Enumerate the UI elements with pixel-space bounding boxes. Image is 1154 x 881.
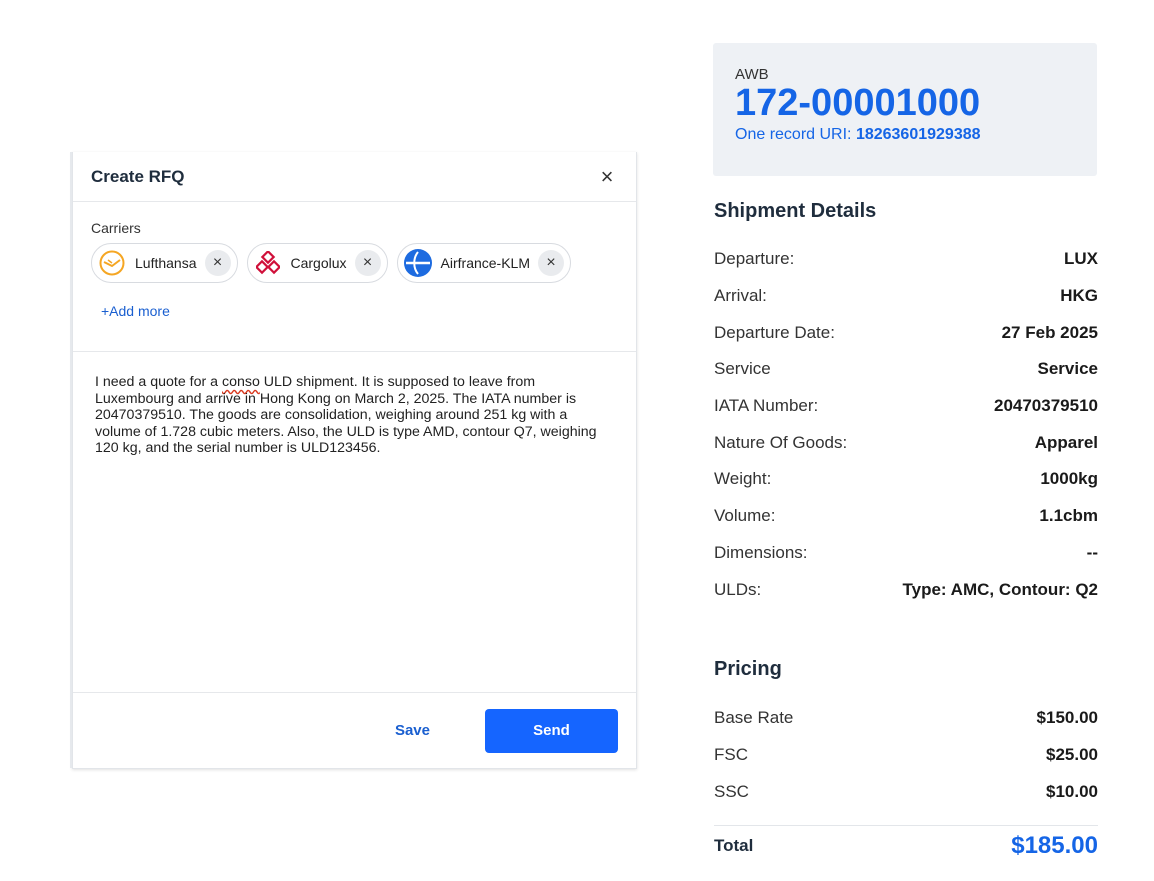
shipment-details-list: Departure: LUX Arrival: HKG Departure Date… — [714, 241, 1098, 608]
remove-carrier-button[interactable]: × — [204, 250, 231, 276]
dialog-footer: Save Send — [73, 692, 636, 768]
one-record-uri: One record URI: 18263601929388 — [735, 126, 1075, 144]
detail-row: Dimensions: -- — [714, 535, 1098, 572]
detail-value: 1000kg — [1040, 469, 1098, 489]
pricing-row: FSC $25.00 — [714, 737, 1098, 774]
detail-row: Arrival: HKG — [714, 278, 1098, 315]
detail-key: Arrival: — [714, 286, 767, 306]
detail-row: Service Service — [714, 351, 1098, 388]
carriers-label: Carriers — [91, 220, 141, 236]
message-text: I need a quote for a conso ULD shipment.… — [95, 374, 614, 457]
carrier-name: Airfrance-KLM — [440, 255, 530, 271]
shipment-details-heading: Shipment Details — [714, 200, 877, 222]
awb-number: 172-00001000 — [735, 82, 981, 124]
pricing-value: $25.00 — [1046, 745, 1098, 765]
total-value: $185.00 — [1011, 832, 1098, 859]
detail-value: 27 Feb 2025 — [1001, 322, 1098, 342]
detail-key: Service — [714, 359, 771, 379]
detail-row: Nature Of Goods: Apparel — [714, 424, 1098, 461]
carrier-chip-airfrance-klm: Airfrance-KLM × — [396, 243, 571, 283]
awb-card: AWB 172-00001000 One record URI: 1826360… — [713, 43, 1097, 176]
carrier-name: Cargolux — [290, 255, 347, 271]
detail-row: Weight: 1000kg — [714, 461, 1098, 498]
add-more-link[interactable]: +Add more — [101, 303, 170, 319]
pricing-heading: Pricing — [714, 658, 782, 680]
awb-label: AWB — [735, 66, 769, 83]
message-text-part: I need a quote for a — [95, 374, 222, 390]
detail-row: Departure: LUX — [714, 241, 1098, 278]
pricing-row: SSC $10.00 — [714, 773, 1098, 810]
uri-value: 18263601929388 — [855, 126, 981, 143]
detail-key: Weight: — [714, 469, 772, 489]
pricing-key: SSC — [714, 781, 749, 801]
pricing-total: Total $185.00 — [714, 825, 1098, 860]
detail-value: 20470379510 — [993, 396, 1098, 416]
carrier-chips: Lufthansa × Cargolux × Airfrance-KLM × — [91, 243, 618, 283]
detail-value: LUX — [1064, 249, 1098, 269]
remove-carrier-button[interactable]: × — [538, 250, 564, 276]
remove-carrier-button[interactable]: × — [354, 250, 381, 276]
detail-row: IATA Number: 20470379510 — [714, 388, 1098, 425]
detail-key: ULDs: — [714, 579, 762, 599]
carrier-chip-cargolux: Cargolux × — [246, 243, 388, 283]
detail-key: IATA Number: — [714, 396, 819, 416]
lufthansa-logo-icon — [97, 248, 127, 278]
detail-value: HKG — [1060, 286, 1098, 306]
close-button[interactable]: × — [596, 165, 618, 188]
detail-value: Service — [1037, 359, 1099, 379]
create-rfq-dialog: Create RFQ × Carriers Lufthansa × Cargol… — [70, 152, 637, 769]
detail-row: ULDs: Type: AMC, Contour: Q2 — [714, 571, 1098, 608]
pricing-value: $150.00 — [1036, 708, 1098, 728]
airfrance-klm-logo-icon — [403, 248, 433, 278]
total-label: Total — [714, 836, 754, 855]
dialog-title: Create RFQ — [91, 166, 185, 186]
pricing-value: $10.00 — [1046, 781, 1098, 801]
detail-key: Dimensions: — [714, 542, 808, 562]
carriers-section: Carriers Lufthansa × Cargolux × Airfranc… — [73, 202, 636, 352]
pricing-list: Base Rate $150.00 FSC $25.00 SSC $10.00 — [714, 700, 1098, 810]
cargolux-logo-icon — [253, 248, 283, 278]
detail-value: -- — [1086, 542, 1098, 562]
pricing-key: FSC — [714, 745, 748, 765]
detail-value: 1.1cbm — [1039, 506, 1098, 526]
carrier-name: Lufthansa — [135, 255, 197, 271]
detail-value: Apparel — [1034, 432, 1098, 452]
message-textarea[interactable]: I need a quote for a conso ULD shipment.… — [73, 352, 636, 692]
send-button[interactable]: Send — [485, 708, 618, 753]
save-button[interactable]: Save — [395, 722, 430, 739]
detail-key: Nature Of Goods: — [714, 432, 848, 452]
misspelled-word: conso — [222, 374, 260, 390]
detail-key: Volume: — [714, 506, 776, 526]
dialog-header: Create RFQ × — [73, 152, 636, 202]
detail-key: Departure: — [714, 249, 795, 269]
uri-label: One record URI: — [735, 126, 856, 143]
detail-key: Departure Date: — [714, 322, 835, 342]
detail-value: Type: AMC, Contour: Q2 — [902, 579, 1098, 599]
detail-row: Departure Date: 27 Feb 2025 — [714, 314, 1098, 351]
detail-row: Volume: 1.1cbm — [714, 498, 1098, 535]
carrier-chip-lufthansa: Lufthansa × — [91, 243, 238, 283]
pricing-row: Base Rate $150.00 — [714, 700, 1098, 737]
pricing-key: Base Rate — [714, 708, 794, 728]
